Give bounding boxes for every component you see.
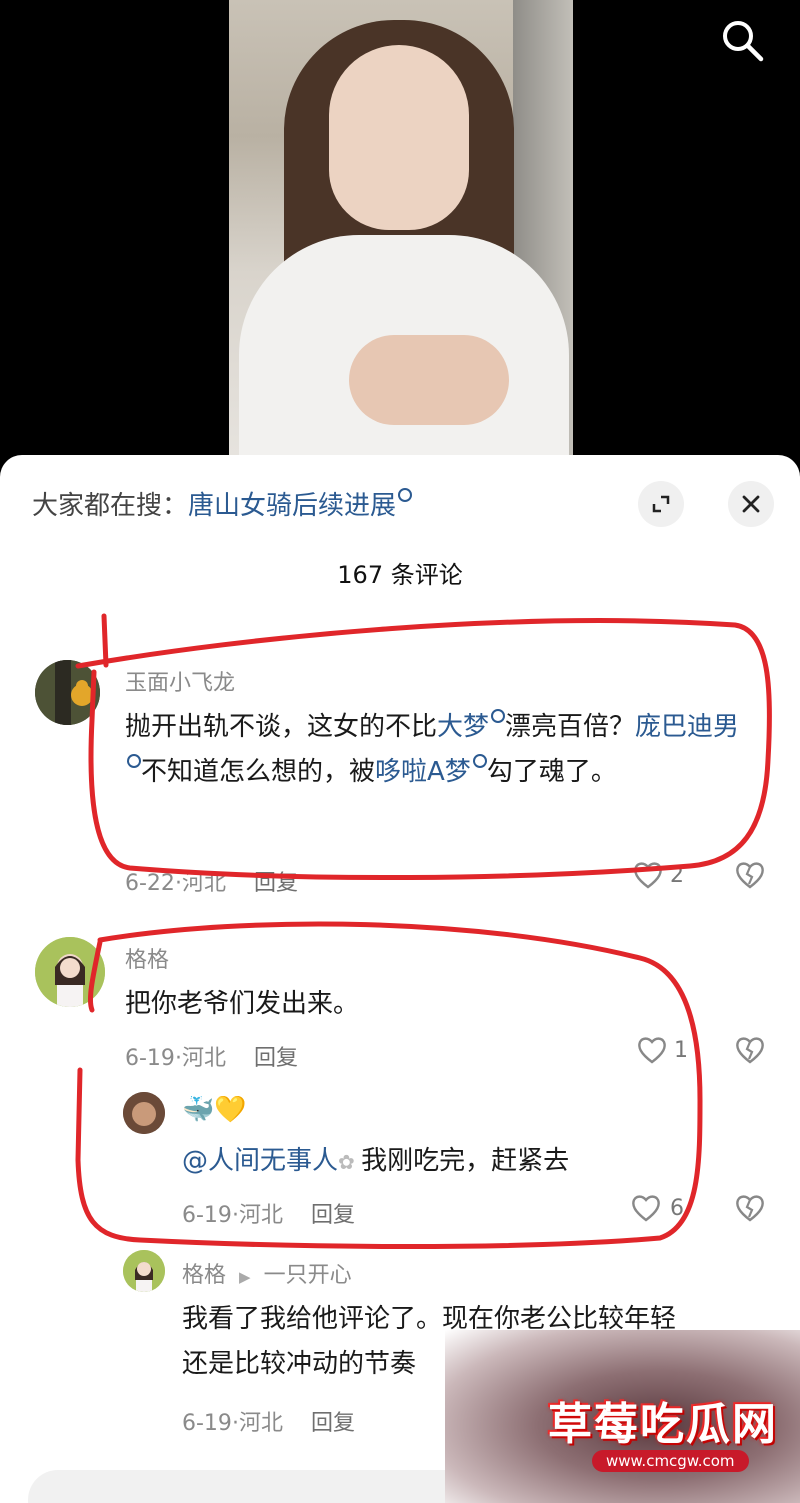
search-suggestion: 大家都在搜：唐山女骑后续进展 xyxy=(32,485,413,522)
broken-heart-icon[interactable] xyxy=(734,1035,766,1065)
reply-meta: 6-19·河北 回复 xyxy=(182,1411,355,1436)
reply-button[interactable]: 回复 xyxy=(311,1411,355,1436)
search-link[interactable]: 哆啦A梦 xyxy=(375,757,471,787)
reply-button[interactable]: 回复 xyxy=(311,1203,355,1228)
avatar[interactable] xyxy=(35,660,100,725)
search-icon xyxy=(472,754,487,768)
reply-button[interactable]: 回复 xyxy=(254,1046,298,1071)
comment-username[interactable]: 格格 xyxy=(125,942,169,974)
like-count: 1 xyxy=(674,1037,688,1063)
heart-icon xyxy=(634,862,662,889)
reply-location: 河北 xyxy=(238,1411,283,1436)
comment-date: 6-19 xyxy=(125,1046,175,1071)
comment-text: 把你老爷们发出来。 xyxy=(125,989,360,1019)
video-frame xyxy=(229,0,573,455)
comment-meta: 6-19·河北 回复 xyxy=(125,1046,298,1071)
broken-heart-icon[interactable] xyxy=(734,860,766,890)
comment-username[interactable]: 玉面小飞龙 xyxy=(125,665,235,697)
reply-header: 格格 ▶ 一只开心 xyxy=(182,1257,352,1289)
badge-icon: ✿ xyxy=(338,1150,362,1174)
reply-username[interactable]: 格格 xyxy=(182,1263,226,1288)
reply-text: @人间无事人✿ 我刚吃完，赶紧去 xyxy=(182,1139,742,1185)
avatar[interactable] xyxy=(123,1092,165,1134)
comment-text: 抛开出轨不谈，这女的不比大梦 漂亮百倍？庞巴迪男不知道怎么想的，被哆啦A梦 勾了魂了… xyxy=(125,705,755,795)
reply-text-body: 我刚吃完，赶紧去 xyxy=(361,1146,570,1176)
video-player[interactable] xyxy=(0,0,800,470)
reply-date: 6-19 xyxy=(182,1203,232,1228)
comment-meta: 6-22·河北 回复 xyxy=(125,871,298,896)
reply-button[interactable]: 回复 xyxy=(254,871,298,896)
like-button[interactable]: 6 xyxy=(630,1193,684,1223)
like-count: 6 xyxy=(670,1195,684,1221)
like-button[interactable]: 1 xyxy=(636,1035,688,1065)
reply-meta: 6-19·河北 回复 xyxy=(182,1203,355,1228)
close-icon xyxy=(742,495,760,513)
watermark-url: www.cmcgw.com xyxy=(592,1450,749,1472)
search-link[interactable]: 大梦 xyxy=(437,712,489,742)
avatar[interactable] xyxy=(35,937,105,1007)
reply-location: 河北 xyxy=(238,1203,283,1228)
comment-text-part: 漂亮百倍？ xyxy=(505,712,636,742)
reply-date: 6-19 xyxy=(182,1411,232,1436)
search-icon xyxy=(127,754,141,768)
comment-text-part: 抛开出轨不谈，这女的不比 xyxy=(125,712,438,742)
like-count: 2 xyxy=(670,862,684,888)
comment-input[interactable] xyxy=(28,1470,508,1503)
comment-count: 167 条评论 xyxy=(337,561,463,589)
heart-icon xyxy=(638,1037,666,1064)
search-link[interactable]: 庞巴迪男 xyxy=(635,712,739,742)
expand-button[interactable] xyxy=(638,481,684,527)
watermark-logo: 草莓吃瓜网 xyxy=(548,1399,778,1450)
mention-link[interactable]: @人间无事人 xyxy=(182,1146,338,1176)
comment-location: 河北 xyxy=(181,1046,226,1071)
reply-arrow-icon: ▶ xyxy=(239,1268,251,1286)
like-button[interactable]: 2 xyxy=(632,860,684,890)
search-suggestion-prefix: 大家都在搜： xyxy=(32,491,189,521)
search-icon xyxy=(398,488,413,502)
search-icon xyxy=(491,709,506,723)
close-button[interactable] xyxy=(728,481,774,527)
search-icon[interactable] xyxy=(718,16,766,64)
reply-username[interactable]: 🐳💛 xyxy=(182,1095,247,1125)
expand-icon xyxy=(652,495,670,513)
comment-date: 6-22 xyxy=(125,871,175,896)
comment-text-part: 不知道怎么想的，被 xyxy=(141,757,376,787)
reply-to-username[interactable]: 一只开心 xyxy=(264,1263,352,1288)
heart-icon xyxy=(632,1195,660,1222)
broken-heart-icon[interactable] xyxy=(734,1193,766,1223)
avatar[interactable] xyxy=(123,1250,165,1292)
search-suggestion-link[interactable]: 唐山女骑后续进展 xyxy=(188,491,396,521)
comment-location: 河北 xyxy=(181,871,226,896)
comment-text-part: 勾了魂了。 xyxy=(486,757,617,787)
